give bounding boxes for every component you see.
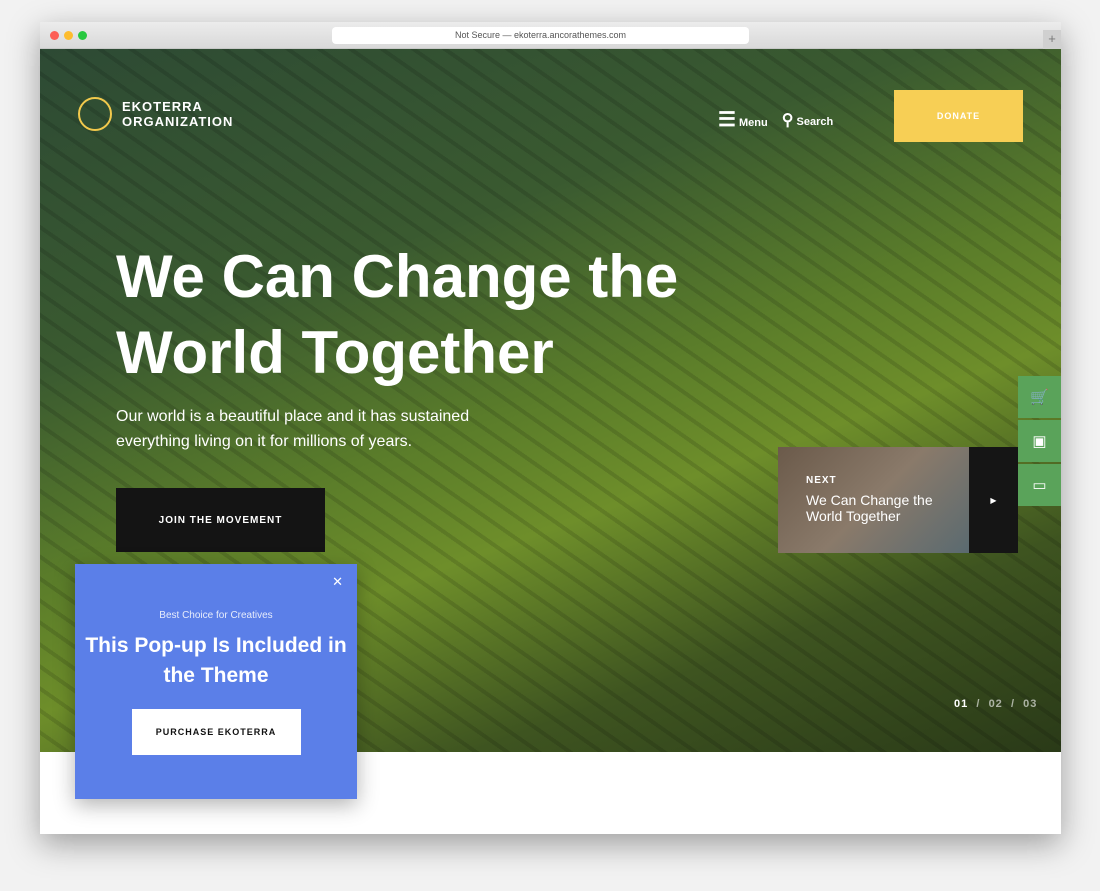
donate-button[interactable]: DONATE — [894, 90, 1023, 142]
logo-line2: ORGANIZATION — [122, 114, 234, 129]
page-3[interactable]: 03 — [1023, 698, 1037, 710]
search-button[interactable]: ⚲ Search — [782, 110, 833, 130]
next-title: We Can Change the World Together — [806, 492, 933, 524]
window-icon[interactable]: ▭ — [1018, 464, 1061, 506]
new-tab-button[interactable]: + — [1043, 30, 1061, 49]
browser-toolbar: Not Secure — ekoterra.ancorathemes.com + — [40, 22, 1061, 49]
menu-label: Menu — [739, 117, 768, 129]
sep: / — [976, 698, 981, 710]
address-bar[interactable]: Not Secure — ekoterra.ancorathemes.com — [332, 27, 749, 44]
maximize-dot[interactable] — [78, 31, 87, 40]
search-label: Search — [796, 115, 834, 128]
popup-title: This Pop-up Is Included in the Theme — [85, 634, 347, 687]
sep: / — [1010, 698, 1015, 710]
menu-button[interactable]: ☰ Menu — [718, 107, 768, 132]
close-dot[interactable] — [50, 31, 59, 40]
purchase-button[interactable]: PURCHASE EKOTERRA — [131, 709, 301, 755]
join-button[interactable]: JOIN THE MOVEMENT — [116, 488, 325, 552]
next-slide-card[interactable]: NEXT We Can Change the World Together — [778, 447, 969, 553]
minimize-dot[interactable] — [64, 31, 73, 40]
hero-title: We Can Change the World Together — [116, 243, 679, 386]
promo-popup: ✕ Best Choice for Creatives This Pop-up … — [75, 564, 357, 799]
search-icon: ⚲ — [781, 111, 794, 129]
page-1[interactable]: 01 — [954, 698, 968, 710]
gallery-icon[interactable]: ▣ — [1018, 420, 1061, 462]
hero-subtitle: Our world is a beautiful place and it ha… — [116, 408, 470, 450]
next-arrow-button[interactable]: ▶ — [969, 447, 1018, 553]
nav: ☰ Menu ⚲ Search — [718, 107, 833, 132]
logo[interactable]: EKOTERRA ORGANIZATION — [78, 97, 233, 131]
next-label: NEXT — [806, 475, 837, 486]
slide-pager: 01 / 02 / 03 — [954, 698, 1037, 710]
side-panel: 🛒 ▣ ▭ — [1018, 376, 1061, 508]
hamburger-icon: ☰ — [718, 109, 736, 131]
close-icon[interactable]: ✕ — [332, 574, 343, 590]
page-2[interactable]: 02 — [989, 698, 1003, 710]
play-icon: ▶ — [990, 495, 997, 505]
popup-kicker: Best Choice for Creatives — [159, 610, 273, 621]
cart-icon[interactable]: 🛒 — [1018, 376, 1061, 418]
logo-line1: EKOTERRA — [122, 99, 203, 114]
globe-icon — [78, 97, 112, 131]
